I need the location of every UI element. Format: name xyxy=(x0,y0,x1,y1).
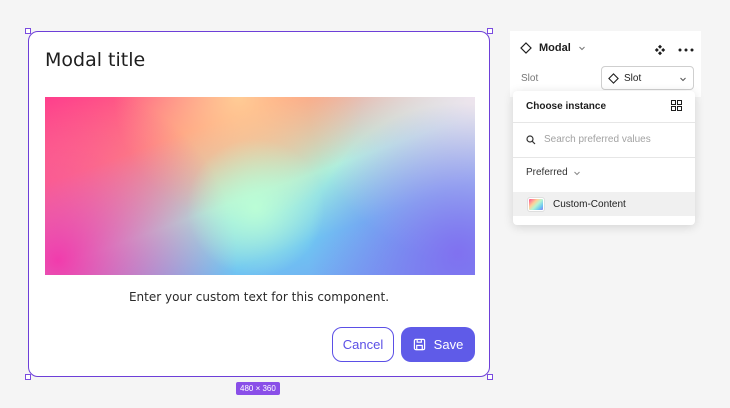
more-icon xyxy=(678,48,694,52)
search-row[interactable] xyxy=(526,134,684,145)
grid-view-button[interactable] xyxy=(671,100,682,111)
modal: Modal title Enter your custom text for t… xyxy=(28,31,490,377)
component-header[interactable]: Modal xyxy=(520,42,586,54)
modal-frame[interactable]: Modal title Enter your custom text for t… xyxy=(25,28,493,380)
main-component-icon xyxy=(654,44,666,56)
instance-list-item[interactable]: Custom-Content xyxy=(513,192,695,216)
section-label: Preferred xyxy=(526,167,568,178)
modal-gradient-image xyxy=(45,97,475,275)
component-name: Modal xyxy=(539,42,571,54)
more-options-button[interactable] xyxy=(678,44,694,56)
instance-thumbnail xyxy=(527,196,545,212)
choose-instance-popover: Choose instance Preferred Custom-Content xyxy=(513,91,695,225)
save-button[interactable]: Save xyxy=(401,327,475,362)
slot-select[interactable]: Slot xyxy=(601,66,694,90)
save-button-label: Save xyxy=(433,337,464,352)
selection-size-badge: 480 × 360 xyxy=(236,382,280,395)
grid-icon xyxy=(671,100,682,111)
resize-handle-top-right[interactable] xyxy=(487,28,493,34)
search-icon xyxy=(526,134,536,144)
resize-handle-bottom-left[interactable] xyxy=(25,374,31,380)
modal-title: Modal title xyxy=(45,49,146,71)
instance-diamond-icon xyxy=(608,72,619,84)
preferred-section-toggle[interactable]: Preferred xyxy=(526,167,581,178)
cancel-button[interactable]: Cancel xyxy=(332,327,394,362)
modal-body-text: Enter your custom text for this componen… xyxy=(128,290,390,304)
go-to-main-component-button[interactable] xyxy=(654,44,666,56)
resize-handle-top-left[interactable] xyxy=(25,28,31,34)
search-input[interactable] xyxy=(544,134,684,145)
divider xyxy=(513,122,695,123)
divider xyxy=(513,157,695,158)
slot-label: Slot xyxy=(521,73,539,84)
chevron-down-icon xyxy=(680,77,686,82)
slot-select-value: Slot xyxy=(624,72,642,84)
chevron-down-icon xyxy=(578,46,585,51)
chevron-down-icon xyxy=(573,171,580,175)
popover-title: Choose instance xyxy=(526,101,607,112)
component-diamond-icon xyxy=(520,42,532,54)
properties-panel: Modal Slot Slot xyxy=(510,31,701,97)
resize-handle-bottom-right[interactable] xyxy=(487,374,493,380)
cancel-button-label: Cancel xyxy=(342,337,384,352)
instance-label: Custom-Content xyxy=(553,198,626,210)
save-icon xyxy=(413,338,425,351)
